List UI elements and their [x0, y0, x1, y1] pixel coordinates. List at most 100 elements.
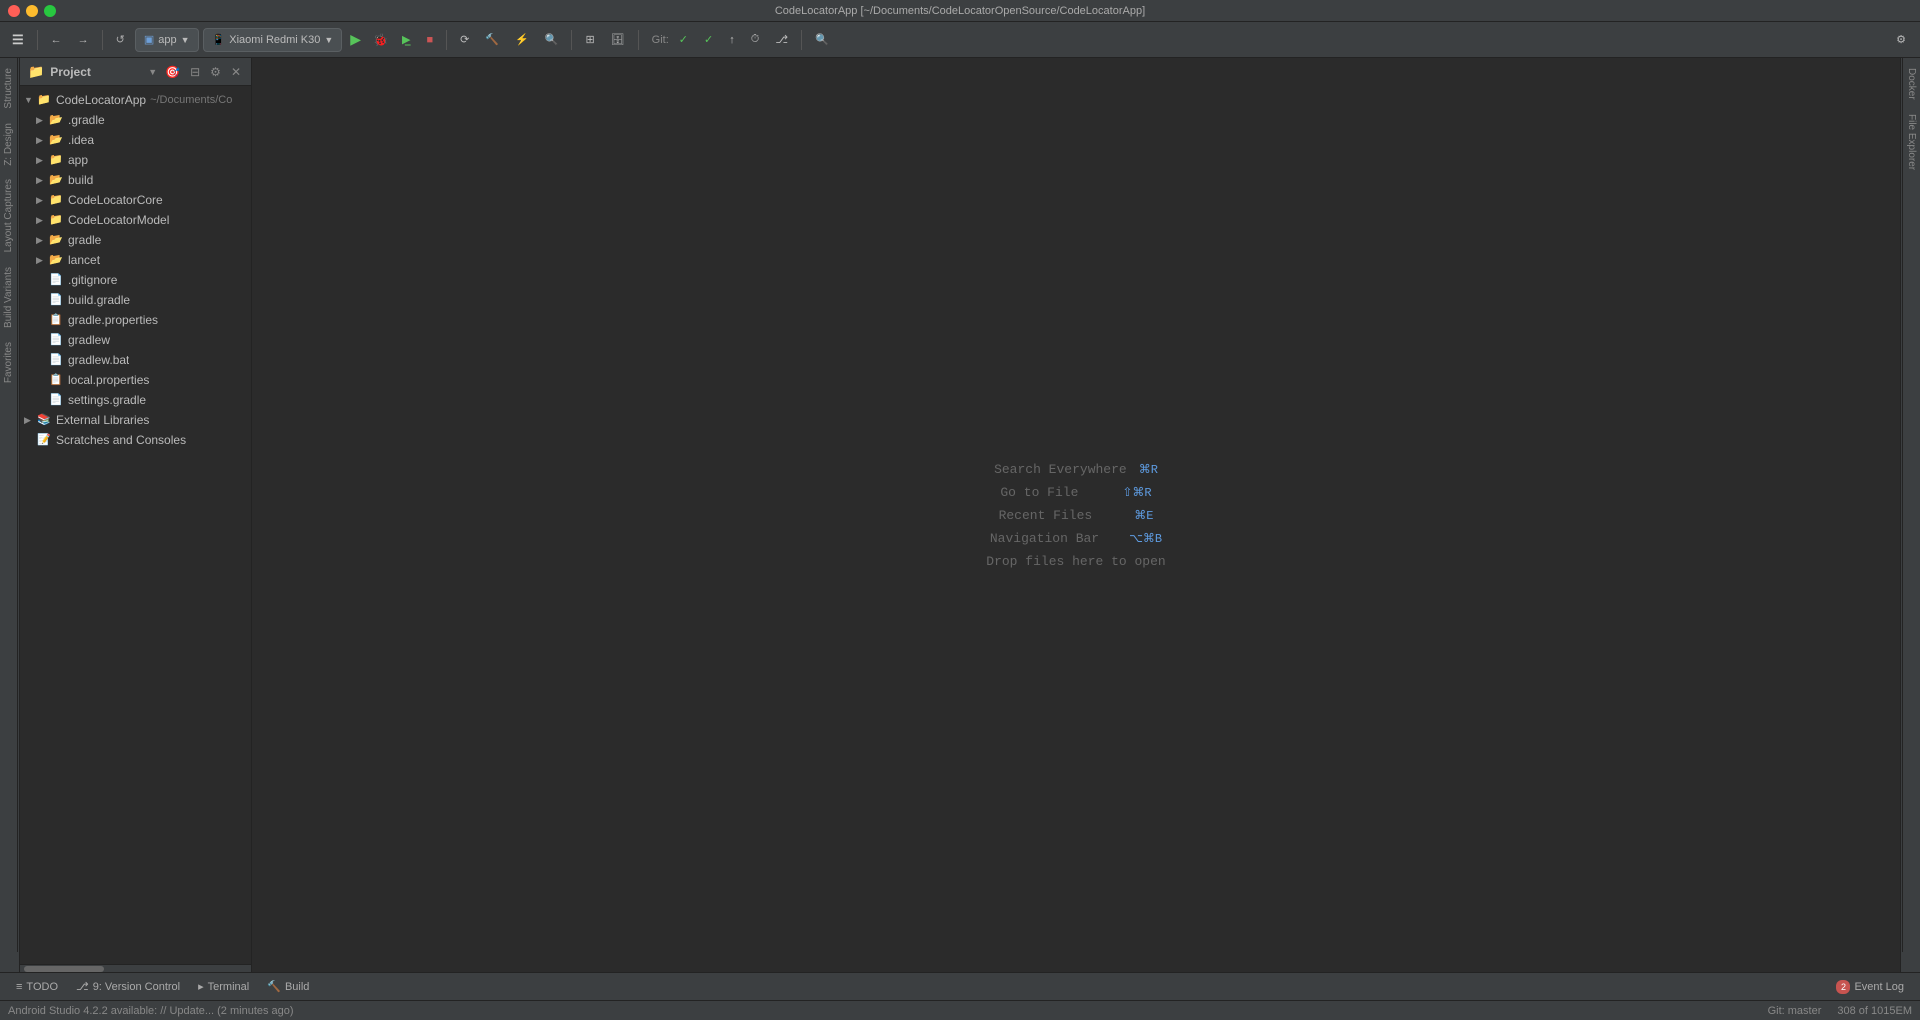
forward-button[interactable]: →	[72, 28, 95, 52]
debug-button[interactable]: 🐞	[369, 28, 392, 52]
git-branches-button[interactable]: ⎇	[769, 28, 794, 52]
right-vertical-tabs: Docker File Explorer	[1902, 58, 1920, 952]
device-icon: 📱	[212, 33, 226, 46]
panel-locate-button[interactable]: 🎯	[163, 63, 182, 81]
build-icon: 🔨	[267, 980, 281, 993]
git-push-button[interactable]: ↑	[723, 28, 741, 52]
tree-item-scratches[interactable]: ▶ 📝 Scratches and Consoles	[20, 430, 251, 450]
hint-recent-files: Recent Files ⌘E	[999, 508, 1154, 523]
tree-item-app[interactable]: ▶ 📁 app	[20, 150, 251, 170]
app-menu-button[interactable]: ☰	[6, 28, 30, 52]
profile-button[interactable]: ⚡	[509, 28, 535, 52]
terminal-tab[interactable]: ▸ Terminal	[190, 975, 257, 999]
folder-icon-root: 📁	[36, 93, 52, 107]
vc-icon: ⎇	[76, 980, 89, 993]
folder-icon-gradle: 📂	[48, 113, 64, 127]
panel-hide-button[interactable]: ✕	[229, 63, 243, 81]
left-vertical-tabs: Structure Z: Design Layout Captures Buil…	[0, 58, 18, 952]
panel-collapse-button[interactable]: ⊟	[188, 63, 202, 81]
tree-label-lancet: lancet	[68, 253, 100, 267]
tree-item-settings-gradle[interactable]: ▶ 📄 settings.gradle	[20, 390, 251, 410]
build-button[interactable]: 🔨	[479, 28, 505, 52]
hint-goto-file: Go to File ⇧⌘R	[1000, 485, 1151, 500]
scrollbar-thumb	[24, 966, 104, 972]
tree-item-codelocatorcore[interactable]: ▶ 📁 CodeLocatorCore	[20, 190, 251, 210]
tree-item-lancet[interactable]: ▶ 📂 lancet	[20, 250, 251, 270]
toolbar-separator-6	[801, 30, 802, 50]
structure-tab[interactable]: Structure	[2, 62, 15, 115]
run-button[interactable]: ▶	[346, 28, 365, 52]
app-selector[interactable]: ▣ app ▼	[135, 28, 199, 52]
terminal-icon: ▸	[198, 980, 204, 993]
bottom-bar: ≡ TODO ⎇ 9: Version Control ▸ Terminal 🔨…	[0, 972, 1920, 1000]
tree-label-build: build	[68, 173, 93, 187]
hint-label-search: Search Everywhere	[994, 462, 1127, 477]
bottom-right-tabs: 2 Event Log	[1828, 975, 1912, 999]
tree-item-external-libs[interactable]: ▶ 📚 External Libraries	[20, 410, 251, 430]
tree-item-build-gradle[interactable]: ▶ 📄 build.gradle	[20, 290, 251, 310]
status-bar: Android Studio 4.2.2 available: // Updat…	[0, 1000, 1920, 1020]
project-panel: 📁 Project ▼ 🎯 ⊟ ⚙ ✕ ▼ 📁 CodeLocatorApp ~…	[20, 58, 252, 972]
hint-drop-files: Drop files here to open	[986, 554, 1165, 569]
todo-tab[interactable]: ≡ TODO	[8, 975, 66, 999]
build-variants-tab[interactable]: Build Variants	[2, 261, 15, 334]
minimize-button[interactable]	[26, 5, 38, 17]
terminal-label: Terminal	[208, 981, 250, 993]
project-panel-title: Project	[50, 65, 142, 79]
tree-arrow-external-libs: ▶	[24, 415, 36, 426]
tree-item-gitignore[interactable]: ▶ 📄 .gitignore	[20, 270, 251, 290]
tree-item-gradlew-bat[interactable]: ▶ 📄 gradlew.bat	[20, 350, 251, 370]
tree-item-idea[interactable]: ▶ 📂 .idea	[20, 130, 251, 150]
tree-item-root[interactable]: ▼ 📁 CodeLocatorApp ~/Documents/Co	[20, 90, 251, 110]
tree-label-gradlew: gradlew	[68, 333, 110, 347]
undo-button[interactable]: ↺	[110, 28, 131, 52]
tree-label-build-gradle: build.gradle	[68, 293, 130, 307]
favorites-tab[interactable]: Favorites	[2, 336, 15, 389]
settings-button[interactable]: ⚙	[1890, 28, 1912, 52]
run-coverage-button[interactable]: ▶̲	[396, 28, 416, 52]
tree-item-build[interactable]: ▶ 📂 build	[20, 170, 251, 190]
layout-captures-tab[interactable]: Layout Captures	[2, 173, 15, 258]
device-selector[interactable]: 📱 Xiaomi Redmi K30 ▼	[203, 28, 343, 52]
tree-item-local-properties[interactable]: ▶ 📋 local.properties	[20, 370, 251, 390]
hamburger-icon: ☰	[12, 32, 24, 48]
file-explorer-right-tab[interactable]: File Explorer	[1905, 108, 1918, 176]
folder-icon-app: 📁	[48, 153, 64, 167]
vc-label: 9: Version Control	[93, 981, 180, 993]
panel-settings-button[interactable]: ⚙	[208, 63, 223, 81]
search-everywhere-button[interactable]: 🔍	[809, 28, 835, 52]
git-commit-button[interactable]: ✓	[698, 28, 719, 52]
layout-inspector-button[interactable]: ⊞	[579, 28, 600, 52]
toolbar-separator-5	[638, 30, 639, 50]
tree-item-gradlew[interactable]: ▶ 📄 gradlew	[20, 330, 251, 350]
git-history-button[interactable]: ⏱	[745, 28, 766, 52]
sync-button[interactable]: ⟳	[454, 28, 475, 52]
tree-path-root: ~/Documents/Co	[150, 94, 232, 106]
tree-item-gradle[interactable]: ▶ 📂 .gradle	[20, 110, 251, 130]
git-update-button[interactable]: ✓	[673, 28, 694, 52]
z-design-tab[interactable]: Z: Design	[2, 117, 15, 172]
git-branch-status: Git: master	[1768, 1005, 1822, 1017]
project-tree: ▼ 📁 CodeLocatorApp ~/Documents/Co ▶ 📂 .g…	[20, 86, 251, 964]
tree-scrollbar[interactable]	[20, 964, 251, 972]
tree-label-gradle2: gradle	[68, 233, 101, 247]
back-button[interactable]: ←	[45, 28, 68, 52]
tree-item-codelocatormodel[interactable]: ▶ 📁 CodeLocatorModel	[20, 210, 251, 230]
inspector-button[interactable]: 🔍	[539, 28, 565, 52]
maximize-button[interactable]	[44, 5, 56, 17]
hint-key-goto: ⇧⌘R	[1122, 485, 1151, 500]
event-log-tab[interactable]: 2 Event Log	[1828, 975, 1912, 999]
db-inspector-button[interactable]: 🗄	[605, 28, 631, 52]
build-tab[interactable]: 🔨 Build	[259, 975, 317, 999]
close-button[interactable]	[8, 5, 20, 17]
stop-button[interactable]: ■	[420, 28, 439, 52]
tree-item-gradle-properties[interactable]: ▶ 📋 gradle.properties	[20, 310, 251, 330]
file-icon-gradlew-bat: 📄	[48, 353, 64, 367]
folder-icon: 📁	[28, 64, 44, 80]
version-control-tab[interactable]: ⎇ 9: Version Control	[68, 975, 188, 999]
tree-label-gitignore: .gitignore	[68, 273, 117, 287]
cursor-position: 308 of 1015EM	[1837, 1005, 1912, 1017]
tree-item-gradle2[interactable]: ▶ 📂 gradle	[20, 230, 251, 250]
tree-label-scratches: Scratches and Consoles	[56, 433, 186, 447]
docker-right-tab[interactable]: Docker	[1905, 62, 1918, 106]
